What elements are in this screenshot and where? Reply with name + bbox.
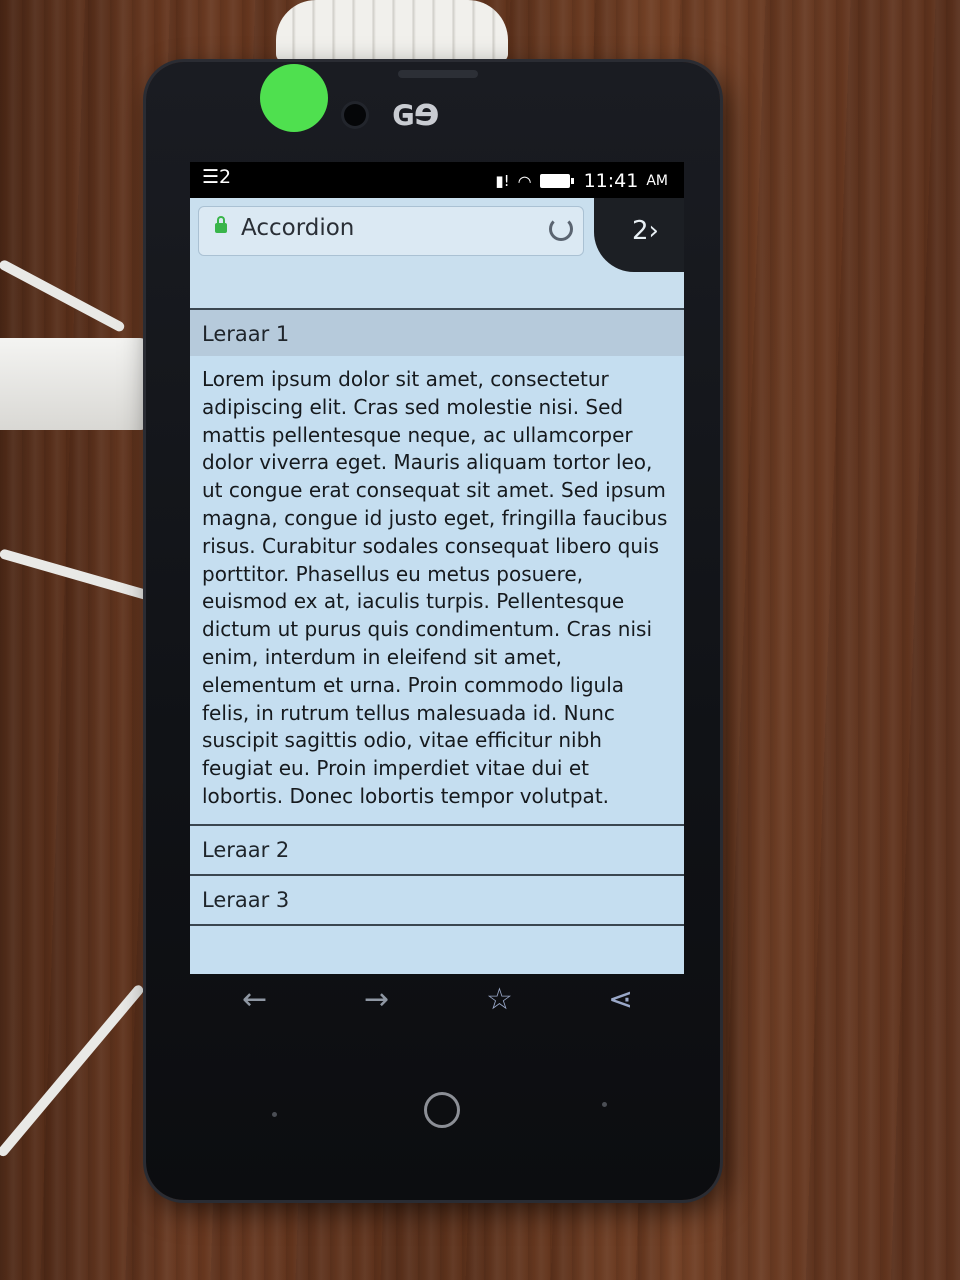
- lock-icon: [215, 216, 227, 233]
- sim-icon: ▮!: [495, 172, 510, 190]
- accordion-header-3[interactable]: Leraar 3: [190, 874, 684, 922]
- accordion-bottom-divider: [190, 924, 684, 926]
- notification-count: 2: [219, 166, 232, 188]
- browser-toolbar: ← → ☆ ⋖: [190, 974, 684, 1036]
- menu-key-dot[interactable]: [272, 1112, 277, 1117]
- page-title: Accordion: [241, 215, 355, 241]
- brand-logo: ɢɘ: [392, 90, 440, 134]
- usb-cable-upper: [0, 258, 126, 334]
- notification-indicator[interactable]: ☰2: [202, 166, 231, 188]
- clock: 11:41: [583, 170, 639, 192]
- tabs-button[interactable]: 2›: [594, 198, 684, 272]
- home-button[interactable]: [424, 1092, 460, 1128]
- battery-icon: [539, 174, 574, 188]
- phone-screen: ☰2 ▮! ◠ 11:41 AM Accordion 2› Leraar 1 L…: [190, 162, 684, 974]
- accordion-panel-1: Lorem ipsum dolor sit amet, consectetur …: [202, 367, 668, 808]
- url-field[interactable]: Accordion: [198, 206, 584, 256]
- reload-icon[interactable]: [549, 217, 573, 241]
- wifi-icon: ◠: [517, 171, 532, 191]
- usb-cable-lower: [0, 983, 146, 1159]
- status-icons: ▮! ◠ 11:41 AM: [495, 170, 668, 192]
- clock-ampm: AM: [646, 173, 668, 189]
- status-bar: ☰2 ▮! ◠ 11:41 AM: [190, 162, 684, 198]
- forward-arrow-icon[interactable]: →: [364, 982, 389, 1017]
- green-sticker: [260, 64, 328, 132]
- bookmark-star-icon[interactable]: ☆: [486, 982, 513, 1017]
- tab-count: 2›: [632, 216, 659, 246]
- back-key-dot[interactable]: [602, 1102, 607, 1107]
- coiled-cable: [276, 0, 508, 62]
- page-content: Leraar 1 Lorem ipsum dolor sit amet, con…: [190, 308, 684, 974]
- share-icon[interactable]: ⋖: [608, 982, 633, 1017]
- front-camera: [344, 104, 366, 126]
- accordion-header-1[interactable]: Leraar 1: [190, 308, 684, 356]
- usb-connector: [0, 338, 150, 430]
- back-arrow-icon[interactable]: ←: [242, 982, 267, 1017]
- notification-icon: ☰: [202, 166, 220, 188]
- earpiece-speaker: [398, 70, 478, 78]
- usb-cable-middle: [0, 548, 156, 602]
- browser-url-bar: Accordion 2›: [190, 198, 684, 308]
- accordion-header-2[interactable]: Leraar 2: [190, 824, 684, 872]
